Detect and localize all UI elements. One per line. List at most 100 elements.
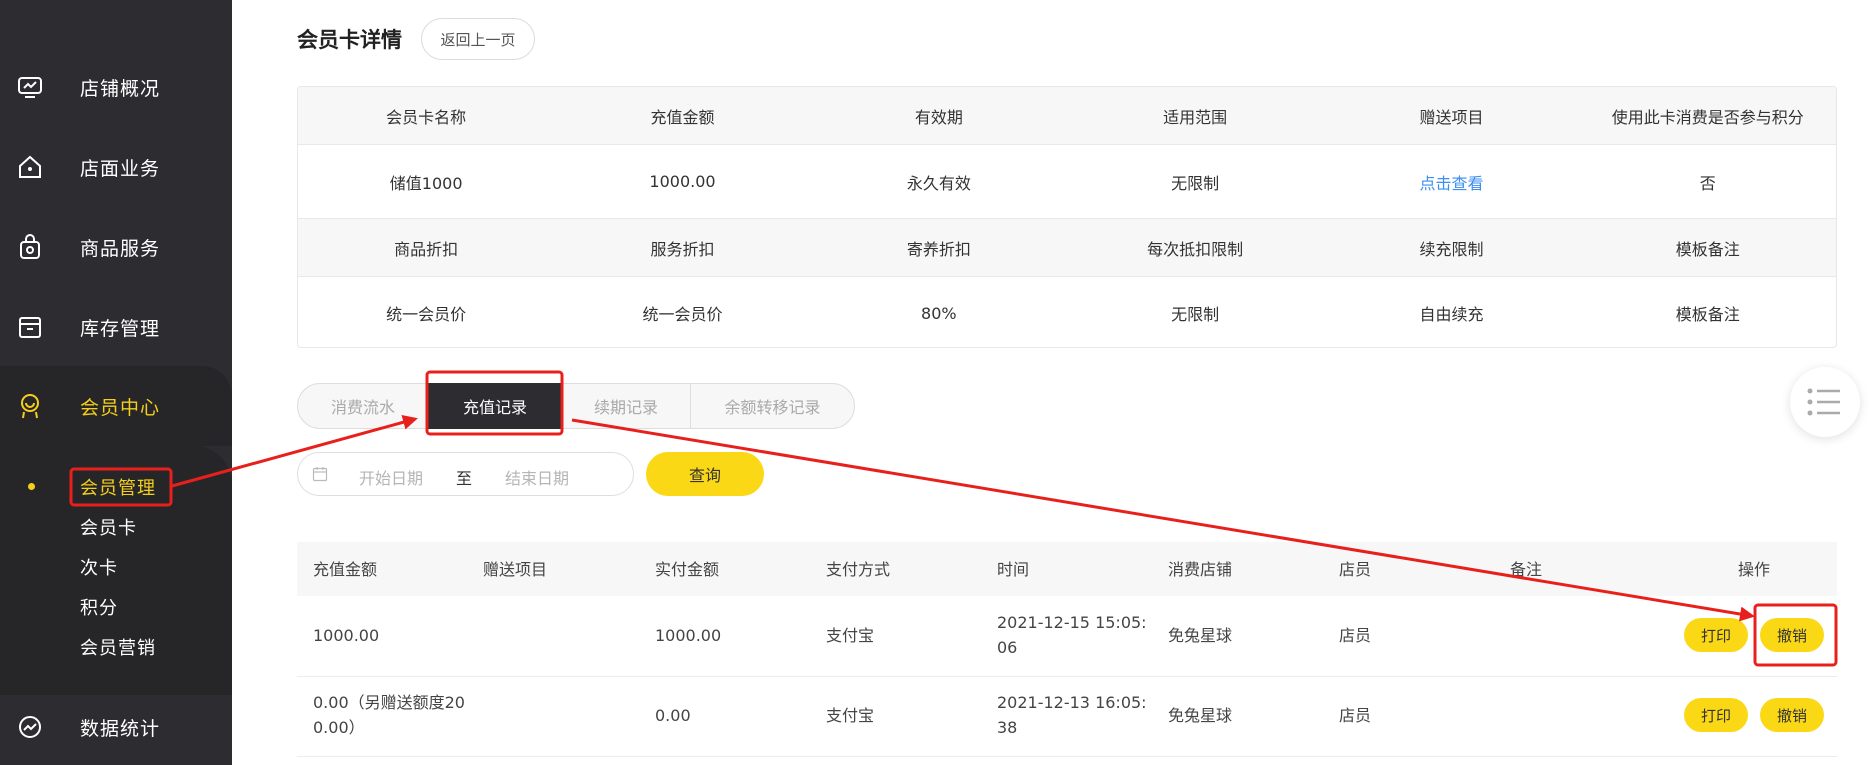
- cell-clerk: 店员: [1339, 626, 1372, 645]
- column-header: 店员: [1339, 560, 1372, 579]
- cell-time-cont: 06: [997, 638, 1018, 657]
- column-header: 备注: [1510, 560, 1543, 579]
- info-value: 1000.00: [649, 172, 716, 191]
- column-header: 赠送项目: [483, 560, 548, 579]
- query-button[interactable]: 查询: [646, 452, 764, 496]
- info-header: 续充限制: [1419, 239, 1484, 259]
- column-header: 实付金额: [655, 560, 720, 579]
- view-gift-link[interactable]: 点击查看: [1419, 170, 1483, 194]
- info-header: 充值金额: [650, 107, 715, 127]
- column-header: 充值金额: [313, 560, 378, 579]
- sidebar-item-goods-service[interactable]: 商品服务: [0, 217, 232, 277]
- info-value: 自由续充: [1419, 305, 1484, 324]
- cell-time: 2021-12-15 15:05:: [997, 613, 1147, 632]
- column-header: 时间: [997, 560, 1030, 579]
- home-icon: [19, 155, 41, 178]
- sidebar: 店铺概况 店面业务 商品服务 库存管理 会员中心 会员管理 会员卡 次卡 积分 …: [0, 0, 232, 765]
- cell-time-cont: 38: [997, 718, 1018, 737]
- cell-store: 免兔星球: [1168, 626, 1233, 645]
- sidebar-item-store-business[interactable]: 店面业务: [0, 137, 232, 197]
- info-header: 模板备注: [1675, 239, 1740, 259]
- record-tabs: 消费流水 充值记录 续期记录 余额转移记录: [297, 383, 855, 429]
- cell-time: 2021-12-13 16:05:: [997, 693, 1147, 712]
- box-icon: [19, 317, 41, 338]
- info-header: 寄养折扣: [906, 239, 971, 259]
- info-value-row: 储值1000 1000.00 永久有效 无限制 点击查看 否: [298, 145, 1836, 218]
- info-value: 无限制: [1171, 173, 1220, 193]
- info-header: 会员卡名称: [386, 107, 467, 127]
- info-header: 适用范围: [1163, 107, 1228, 127]
- sidebar-subitem-member-management[interactable]: 会员管理: [80, 474, 156, 500]
- column-header: 消费店铺: [1168, 560, 1233, 579]
- cancel-button[interactable]: 撤销: [1760, 618, 1824, 652]
- cell-amount: 1000.00: [313, 626, 380, 645]
- start-date-input[interactable]: 开始日期: [359, 465, 423, 489]
- bag-icon: [20, 234, 40, 259]
- sidebar-item-inventory[interactable]: 库存管理: [0, 297, 232, 357]
- end-date-input[interactable]: 结束日期: [505, 465, 569, 489]
- info-value: 统一会员价: [642, 305, 723, 324]
- tab-renewal[interactable]: 续期记录: [562, 384, 690, 428]
- info-header-row: 会员卡名称 充值金额 有效期 适用范围 赠送项目 使用此卡消费是否参与积分: [298, 87, 1836, 144]
- sidebar-item-store-overview[interactable]: 店铺概况: [0, 57, 232, 117]
- cell-paid: 1000.00: [655, 626, 722, 645]
- sidebar-item-label: 数据统计: [80, 717, 161, 740]
- info-value-row: 统一会员价 统一会员价 80% 无限制 自由续充 模板备注: [298, 277, 1836, 347]
- calendar-icon: [312, 467, 328, 482]
- date-range-picker[interactable]: 开始日期 至 结束日期: [297, 452, 634, 496]
- cell-store: 免兔星球: [1168, 706, 1233, 725]
- info-header: 每次抵扣限制: [1147, 239, 1244, 259]
- cell-amount: 0.00（另赠送额度20: [313, 693, 465, 712]
- info-header: 商品折扣: [394, 239, 459, 259]
- column-header: 操作: [1738, 560, 1771, 579]
- info-header: 有效期: [914, 107, 963, 127]
- info-value: 否: [1699, 173, 1716, 193]
- info-header: 服务折扣: [650, 239, 715, 259]
- print-button[interactable]: 打印: [1684, 618, 1748, 652]
- sidebar-item-label: 店面业务: [80, 157, 161, 180]
- info-value: 储值1000: [389, 173, 463, 193]
- cell-paid: 0.00: [655, 706, 691, 725]
- info-value: 统一会员价: [386, 305, 467, 324]
- tab-consumption[interactable]: 消费流水: [298, 384, 428, 428]
- sidebar-item-label: 库存管理: [80, 317, 161, 340]
- monitor-icon: [18, 77, 42, 98]
- info-header: 使用此卡消费是否参与积分: [1611, 107, 1804, 127]
- column-header: 支付方式: [826, 560, 891, 579]
- list-icon: [1807, 388, 1840, 416]
- sidebar-subitem-member-marketing[interactable]: 会员营销: [80, 634, 156, 660]
- sidebar-item-statistics[interactable]: 数据统计: [0, 697, 232, 757]
- sidebar-item-label: 商品服务: [80, 237, 161, 260]
- sidebar-subitem-times-card[interactable]: 次卡: [80, 554, 118, 580]
- sidebar-item-label: 会员中心: [80, 396, 161, 419]
- back-button[interactable]: 返回上一页: [421, 18, 535, 60]
- info-value: 永久有效: [906, 173, 971, 193]
- date-separator: 至: [456, 469, 473, 488]
- sidebar-item-label: 店铺概况: [80, 77, 161, 100]
- card-info-table: 会员卡名称 充值金额 有效期 适用范围 赠送项目 使用此卡消费是否参与积分 储值…: [297, 86, 1837, 348]
- records-header: 充值金额 赠送项目 实付金额 支付方式 时间 消费店铺 店员 备注 操作: [297, 542, 1837, 596]
- page-title: 会员卡详情: [297, 28, 402, 52]
- info-value: 80%: [921, 303, 957, 323]
- member-icon: [21, 394, 39, 419]
- floating-menu-button[interactable]: [1790, 367, 1860, 437]
- info-value: 无限制: [1171, 305, 1220, 324]
- info-header-row: 商品折扣 服务折扣 寄养折扣 每次抵扣限制 续充限制 模板备注: [298, 219, 1836, 276]
- cell-method: 支付宝: [826, 706, 875, 725]
- sidebar-item-member-center[interactable]: 会员中心: [0, 366, 232, 446]
- cell-clerk: 店员: [1339, 706, 1372, 725]
- active-dot: [28, 483, 35, 490]
- chart-icon: [19, 716, 41, 738]
- tab-balance-transfer[interactable]: 余额转移记录: [691, 384, 854, 428]
- sidebar-subitem-member-card[interactable]: 会员卡: [80, 514, 137, 540]
- print-button[interactable]: 打印: [1684, 698, 1748, 732]
- table-row: 1000.00 1000.00 支付宝 2021-12-15 15:05: 06…: [297, 596, 1837, 677]
- cancel-button[interactable]: 撤销: [1760, 698, 1824, 732]
- cell-amount-cont: 0.00）: [313, 718, 365, 737]
- cell-method: 支付宝: [826, 626, 875, 645]
- table-row: 0.00（另赠送额度20 0.00） 0.00 支付宝 2021-12-13 1…: [297, 676, 1837, 757]
- tab-recharge[interactable]: 充值记录: [428, 383, 562, 429]
- info-value: 模板备注: [1675, 305, 1740, 324]
- sidebar-subitem-points[interactable]: 积分: [80, 594, 118, 620]
- info-header: 赠送项目: [1419, 107, 1484, 127]
